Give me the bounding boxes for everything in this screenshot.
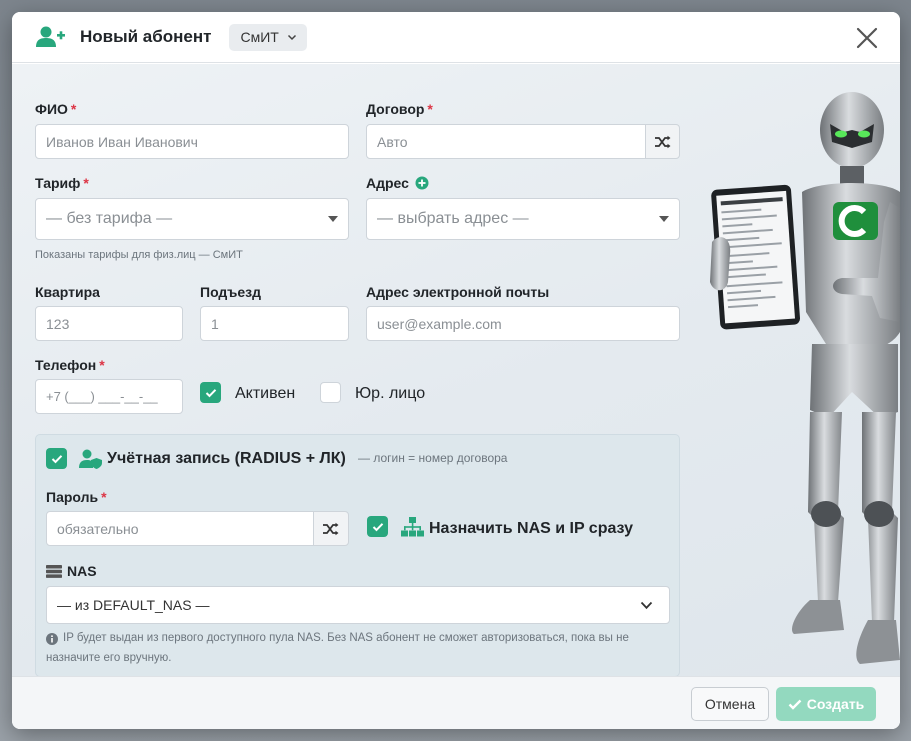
email-label: Адрес электронной почты: [366, 284, 550, 300]
fio-label: ФИО *: [35, 101, 77, 117]
info-icon: [46, 633, 58, 645]
contract-label: Договор *: [366, 101, 433, 117]
phone-input[interactable]: +7 (___) ___-__-__: [35, 379, 183, 414]
user-plus-icon: [36, 26, 65, 47]
close-icon[interactable]: [856, 27, 878, 49]
shuffle-icon: [654, 135, 670, 148]
server-icon: [46, 564, 62, 578]
check-icon: [372, 522, 383, 531]
chevron-down-icon: [640, 601, 653, 610]
assign-nas-checkbox[interactable]: [367, 516, 388, 537]
legal-entity-label: Юр. лицо: [355, 385, 426, 402]
shuffle-icon: [323, 522, 339, 535]
robot-mascot-illustration: [710, 92, 900, 664]
tariff-hint: Показаны тарифы для физ.лиц — СмИТ: [35, 249, 243, 261]
organization-select-value: СмИТ: [240, 29, 279, 45]
password-input[interactable]: обязательно: [46, 511, 314, 546]
email-placeholder: user@example.com: [377, 315, 502, 332]
legal-entity-checkbox[interactable]: [320, 382, 341, 403]
entrance-label: Подъезд: [200, 284, 261, 300]
check-icon: [205, 388, 216, 397]
check-icon: [51, 454, 62, 463]
account-note: — логин = номер договора: [358, 451, 508, 465]
apartment-placeholder: 123: [46, 315, 70, 332]
account-title: Учётная запись (RADIUS + ЛК): [107, 450, 346, 467]
modal-footer: Отмена Создать: [12, 676, 900, 729]
password-generate-button[interactable]: [313, 511, 349, 546]
address-label: Адрес: [366, 175, 429, 191]
tariff-select[interactable]: — без тарифа —: [35, 198, 349, 240]
contract-input[interactable]: Авто: [366, 124, 646, 159]
address-select-value: — выбрать адрес —: [377, 210, 529, 227]
modal-body: ФИО * Иванов Иван Иванович Договор * Авто …: [12, 64, 900, 677]
account-enabled-checkbox[interactable]: [46, 448, 67, 469]
contract-placeholder: Авто: [377, 133, 408, 150]
chevron-down-icon: [287, 34, 296, 41]
check-icon: [788, 699, 802, 710]
entrance-placeholder: 1: [211, 315, 219, 332]
apartment-input[interactable]: 123: [35, 306, 183, 341]
nas-label: NAS: [46, 563, 97, 579]
account-card: Учётная запись (RADIUS + ЛК) — логин = н…: [35, 434, 680, 677]
new-subscriber-modal: Новый абонент СмИТ ФИО * Иванов Иван Иван…: [12, 12, 900, 729]
tariff-select-value: — без тарифа —: [46, 210, 173, 227]
cancel-button[interactable]: Отмена: [691, 687, 769, 721]
contract-generate-button[interactable]: [645, 124, 680, 159]
modal-title: Новый абонент: [80, 27, 212, 46]
nas-select-value: — из DEFAULT_NAS —: [57, 597, 210, 613]
tariff-label: Тариф *: [35, 175, 89, 191]
phone-placeholder: +7 (___) ___-__-__: [46, 389, 158, 404]
assign-nas-label: Назначить NAS и IP сразу: [429, 520, 634, 537]
nas-info-line2: назначите его вручную.: [46, 652, 172, 664]
add-address-icon[interactable]: [415, 176, 429, 190]
create-button[interactable]: Создать: [776, 687, 876, 721]
password-label: Пароль *: [46, 489, 107, 505]
create-button-label: Создать: [806, 696, 865, 712]
modal-header: Новый абонент СмИТ: [12, 12, 900, 63]
apartment-label: Квартира: [35, 284, 100, 300]
nas-info-line1: IP будет выдан из первого доступного пул…: [63, 632, 629, 644]
active-label: Активен: [235, 385, 296, 402]
phone-label: Телефон *: [35, 357, 105, 373]
user-shield-icon: [79, 449, 102, 469]
caret-down-icon: [328, 216, 338, 222]
address-select[interactable]: — выбрать адрес —: [366, 198, 680, 240]
active-checkbox[interactable]: [200, 382, 221, 403]
fio-input[interactable]: Иванов Иван Иванович: [35, 124, 349, 159]
password-placeholder: обязательно: [57, 520, 139, 537]
email-input[interactable]: user@example.com: [366, 306, 680, 341]
nas-select[interactable]: — из DEFAULT_NAS —: [46, 586, 670, 624]
caret-down-icon: [659, 216, 669, 222]
network-icon: [401, 517, 424, 537]
organization-select[interactable]: СмИТ: [229, 23, 307, 51]
entrance-input[interactable]: 1: [200, 306, 349, 341]
fio-placeholder: Иванов Иван Иванович: [46, 133, 198, 150]
